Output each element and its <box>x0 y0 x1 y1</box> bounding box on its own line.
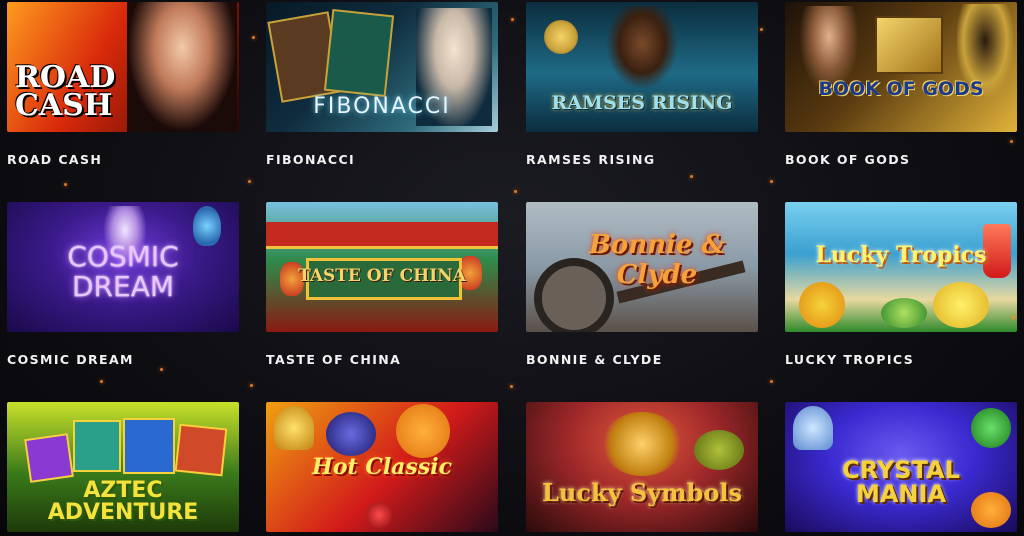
game-art-title: Hot Classic <box>312 454 452 480</box>
game-tile-aztec-adventure[interactable]: AZTEC ADVENTURE <box>7 402 239 532</box>
fruit-lemon-icon <box>933 282 989 328</box>
game-thumbnail[interactable]: BOOK OF GODS <box>785 2 1017 132</box>
game-thumbnail[interactable]: ROAD CASH <box>7 2 239 132</box>
game-art-title: BOOK OF GODS <box>818 78 984 100</box>
game-label[interactable]: LUCKY TROPICS <box>785 352 914 367</box>
fruit-kiwi-icon <box>881 298 927 328</box>
game-tile-lucky-tropics[interactable]: Lucky Tropics LUCKY TROPICS <box>785 202 1017 367</box>
bell-icon <box>793 406 833 450</box>
game-art-title: RAMSES RISING <box>551 92 733 114</box>
game-tile-bonnie-clyde[interactable]: Bonnie & Clyde BONNIE & CLYDE <box>526 202 758 367</box>
game-thumbnail[interactable]: Lucky Symbols <box>526 402 758 532</box>
game-grid: ROAD CASH ROAD CASH FIBONACCI FIBONACCI … <box>0 0 1024 536</box>
game-label[interactable]: COSMIC DREAM <box>7 352 134 367</box>
symbol-tile-icon <box>174 423 228 477</box>
plum-icon <box>326 412 376 456</box>
game-tile-lucky-symbols[interactable]: Lucky Symbols <box>526 402 758 532</box>
game-tile-fibonacci[interactable]: FIBONACCI FIBONACCI <box>266 2 498 167</box>
game-thumbnail[interactable]: Bonnie & Clyde <box>526 202 758 332</box>
game-thumbnail[interactable]: RAMSES RISING <box>526 2 758 132</box>
game-art-title: Bonnie & Clyde <box>588 230 726 290</box>
pharaoh-art <box>606 6 678 90</box>
game-thumbnail[interactable]: COSMIC DREAM <box>7 202 239 332</box>
game-art-title: CRYSTAL MANIA <box>842 456 960 508</box>
bell-icon <box>274 406 314 450</box>
game-thumbnail[interactable]: FIBONACCI <box>266 2 498 132</box>
game-label[interactable]: BOOK OF GODS <box>785 152 910 167</box>
orange-icon <box>396 404 450 458</box>
game-tile-hot-classic[interactable]: Hot Classic <box>266 402 498 532</box>
balloon-icon <box>193 206 221 246</box>
game-label[interactable]: ROAD CASH <box>7 152 102 167</box>
game-art-title: Lucky Tropics <box>815 242 987 268</box>
game-tile-book-of-gods[interactable]: BOOK OF GODS BOOK OF GODS <box>785 2 1017 167</box>
game-label[interactable]: BONNIE & CLYDE <box>526 352 663 367</box>
game-thumbnail[interactable]: AZTEC ADVENTURE <box>7 402 239 532</box>
game-tile-taste-of-china[interactable]: TASTE OF CHINA TASTE OF CHINA <box>266 202 498 367</box>
clover-icon <box>971 408 1011 448</box>
game-label[interactable]: TASTE OF CHINA <box>266 352 401 367</box>
game-tile-crystal-mania[interactable]: CRYSTAL MANIA <box>785 402 1017 532</box>
game-thumbnail[interactable]: TASTE OF CHINA <box>266 202 498 332</box>
game-tile-cosmic-dream[interactable]: COSMIC DREAM COSMIC DREAM <box>7 202 239 367</box>
symbol-tile-icon <box>123 418 175 474</box>
game-thumbnail[interactable]: Lucky Tropics <box>785 202 1017 332</box>
game-thumbnail[interactable]: Hot Classic <box>266 402 498 532</box>
game-art-title: AZTEC ADVENTURE <box>47 478 199 525</box>
game-art-title: Lucky Symbols <box>542 478 742 507</box>
symbol-tile-icon <box>24 433 74 483</box>
roof-art <box>266 222 498 249</box>
fruit-orange-icon <box>799 282 845 328</box>
game-art-title: COSMIC DREAM <box>67 240 179 303</box>
book-art <box>875 16 943 74</box>
game-art-title: ROAD CASH <box>15 60 116 123</box>
game-tile-ramses-rising[interactable]: RAMSES RISING RAMSES RISING <box>526 2 758 167</box>
game-label[interactable]: RAMSES RISING <box>526 152 656 167</box>
game-tile-road-cash[interactable]: ROAD CASH ROAD CASH <box>7 2 239 167</box>
frog-icon <box>694 430 744 470</box>
game-art-title: FIBONACCI <box>313 94 451 119</box>
cherry-icon <box>366 502 392 528</box>
eye-emblem-icon <box>544 20 578 54</box>
symbol-tile-icon <box>73 420 121 472</box>
game-label[interactable]: FIBONACCI <box>266 152 355 167</box>
buddha-art <box>602 412 682 476</box>
game-thumbnail[interactable]: CRYSTAL MANIA <box>785 402 1017 532</box>
card-art <box>323 8 395 98</box>
game-art-title: TASTE OF CHINA <box>298 266 466 286</box>
